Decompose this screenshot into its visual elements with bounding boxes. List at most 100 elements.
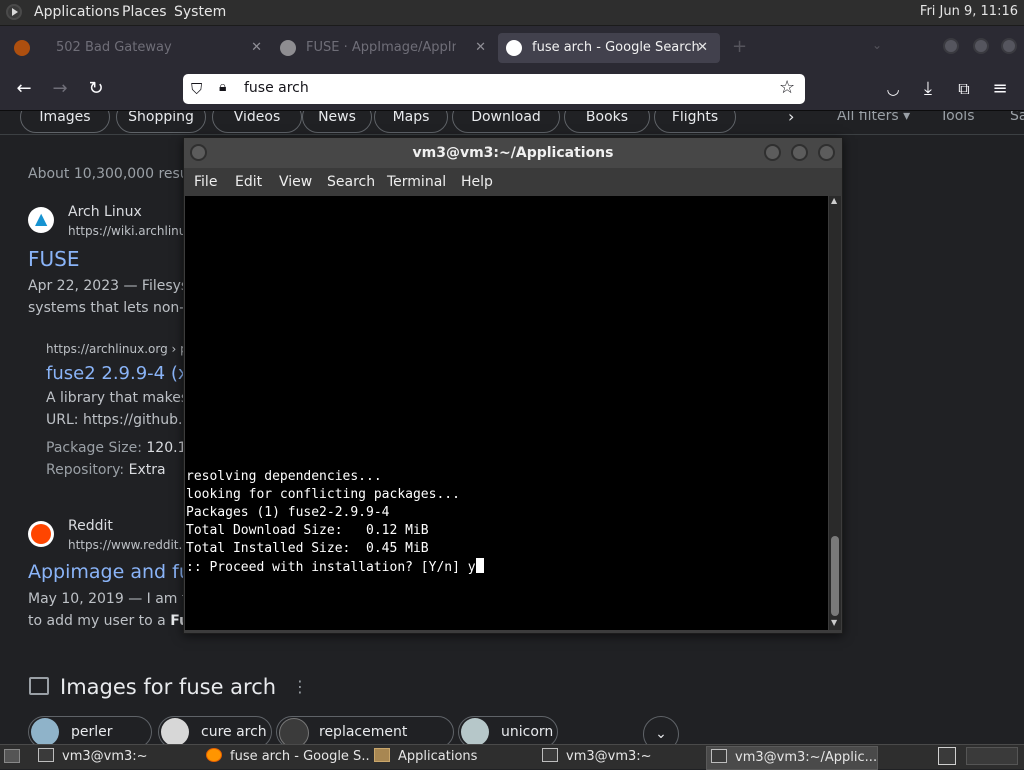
image-chip[interactable]: cure arch	[158, 716, 272, 744]
workspace-switcher[interactable]	[966, 747, 1018, 765]
image-chip[interactable]: unicorn	[458, 716, 558, 744]
all-filters-label: All filters	[837, 111, 899, 124]
menu-view[interactable]: View	[279, 174, 312, 190]
bookmark-star-icon[interactable]: ☆	[779, 77, 795, 98]
terminal-line: Total Download Size: 0.12 MiB	[186, 523, 429, 538]
back-icon[interactable]: ←	[13, 78, 35, 100]
workspace-switcher-icon[interactable]	[938, 747, 956, 765]
applications-menu[interactable]: Applications	[34, 4, 120, 20]
more-options-icon[interactable]: ⋮	[292, 677, 308, 696]
sub-result-title-link[interactable]: fuse2 2.9.9-4 (x	[46, 363, 189, 384]
reddit-logo-icon	[28, 521, 54, 547]
system-menu[interactable]: System	[174, 4, 226, 20]
menu-terminal[interactable]: Terminal	[387, 174, 446, 190]
result-title-link[interactable]: FUSE	[28, 247, 79, 271]
safesearch-button[interactable]: Sa	[1010, 111, 1024, 124]
window-menu-icon[interactable]	[190, 144, 207, 161]
reload-icon[interactable]: ↻	[85, 78, 107, 100]
forward-icon[interactable]: →	[49, 78, 71, 100]
folder-icon	[374, 748, 390, 762]
url-text[interactable]: fuse arch	[244, 80, 309, 96]
new-tab-icon[interactable]: +	[732, 36, 747, 57]
chip-maps[interactable]: Maps	[374, 111, 448, 133]
show-desktop-icon[interactable]	[4, 749, 20, 763]
close-icon[interactable]: ✕	[251, 33, 262, 63]
result-snippet: May 10, 2019 — I am try	[28, 591, 202, 607]
chip-flights[interactable]: Flights	[654, 111, 736, 133]
package-size-value: 120.1	[146, 440, 187, 456]
downloads-icon[interactable]: ⤓	[917, 78, 939, 100]
tab-list-icon[interactable]: ⌄	[872, 38, 882, 52]
terminal-scrollbar[interactable]: ▲ ▼	[829, 196, 841, 630]
image-chip[interactable]: replacement lenses	[276, 716, 454, 744]
thumbnail	[31, 718, 59, 744]
menu-help[interactable]: Help	[461, 174, 493, 190]
chevron-right-icon[interactable]: ›	[788, 111, 794, 126]
minimize-icon[interactable]	[943, 38, 959, 54]
terminal-prompt-line: :: Proceed with installation? [Y/n] y	[186, 558, 484, 577]
scroll-up-icon[interactable]: ▲	[831, 196, 837, 205]
tab-label: FUSE · AppImage/AppIma	[306, 40, 456, 55]
taskbar-item-terminal[interactable]: vm3@vm3:~	[542, 746, 702, 768]
menu-icon[interactable]: ≡	[989, 78, 1011, 100]
terminal-window[interactable]: vm3@vm3:~/Applications File Edit View Se…	[183, 137, 843, 634]
sub-result-url[interactable]: https://archlinux.org › pac	[46, 342, 202, 356]
taskbar-item-label: Applications	[398, 749, 478, 764]
lock-icon[interactable]: 🔒︎	[219, 79, 226, 95]
tab-fuse-appimage[interactable]: FUSE · AppImage/AppIma ✕	[280, 33, 486, 63]
taskbar-item-terminal[interactable]: vm3@vm3:~	[38, 746, 198, 768]
close-icon[interactable]	[818, 144, 835, 161]
chip-shopping[interactable]: Shopping	[116, 111, 206, 133]
tab-google-search[interactable]: fuse arch - Google Search ✕	[498, 33, 720, 63]
shield-icon[interactable]: ⛉	[191, 80, 202, 98]
github-icon	[280, 40, 296, 56]
taskbar-item-folder[interactable]: Applications	[374, 746, 534, 768]
image-chip-label: replacement lenses	[319, 724, 408, 740]
tab-bad-gateway[interactable]: 502 Bad Gateway ✕	[14, 33, 262, 63]
menu-file[interactable]: File	[194, 174, 217, 190]
extensions-icon[interactable]: ⧉	[953, 78, 975, 100]
chip-videos[interactable]: Videos	[212, 111, 302, 133]
taskbar-item-label: vm3@vm3:~	[566, 749, 652, 764]
terminal-icon	[711, 749, 727, 763]
pocket-icon[interactable]: ◡	[882, 78, 904, 100]
terminal-output[interactable]: resolving dependencies... looking for con…	[185, 196, 828, 630]
terminal-lines: resolving dependencies... looking for con…	[186, 468, 484, 577]
result-title-link[interactable]: Appimage and fu:	[28, 561, 197, 583]
minimize-icon[interactable]	[764, 144, 781, 161]
image-chip[interactable]: perler bead	[28, 716, 152, 744]
terminal-titlebar[interactable]: vm3@vm3:~/Applications	[184, 138, 842, 168]
all-filters-button[interactable]: All filters ▾	[837, 111, 910, 124]
expand-images-button[interactable]: ⌄	[643, 716, 679, 744]
close-icon[interactable]: ✕	[697, 33, 708, 63]
terminal-prompt: :: Proceed with installation? [Y/n] y	[186, 560, 476, 575]
maximize-icon[interactable]	[791, 144, 808, 161]
chip-news[interactable]: News	[302, 111, 372, 133]
scroll-down-icon[interactable]: ▼	[831, 618, 837, 627]
distro-logo-icon[interactable]	[6, 4, 22, 20]
scrollbar-thumb[interactable]	[831, 536, 839, 616]
bottom-taskbar: vm3@vm3:~ fuse arch - Google S... Applic…	[0, 744, 1024, 770]
image-chip-label: unicorn	[501, 724, 554, 740]
taskbar-item-firefox[interactable]: fuse arch - Google S...	[206, 746, 370, 768]
firefox-icon	[206, 748, 222, 762]
tools-button[interactable]: Tools	[940, 111, 975, 124]
close-window-icon[interactable]	[1001, 38, 1017, 54]
clock[interactable]: Fri Jun 9, 11:16	[920, 4, 1018, 19]
chip-images[interactable]: Images	[20, 111, 110, 133]
chip-download[interactable]: Download	[452, 111, 560, 133]
repository-label: Repository:	[46, 462, 129, 478]
maximize-icon[interactable]	[973, 38, 989, 54]
places-menu[interactable]: Places	[122, 4, 167, 20]
menu-search[interactable]: Search	[327, 174, 375, 190]
thumbnail	[161, 718, 189, 744]
result-count: About 10,300,000 resul	[28, 166, 193, 182]
cursor	[475, 558, 484, 573]
terminal-line: looking for conflicting packages...	[186, 487, 460, 502]
chip-books[interactable]: Books	[564, 111, 650, 133]
thumbnail	[461, 718, 489, 744]
menu-edit[interactable]: Edit	[235, 174, 262, 190]
close-icon[interactable]: ✕	[475, 33, 486, 63]
taskbar-item-terminal-active[interactable]: vm3@vm3:~/Applic...	[706, 746, 878, 770]
url-bar[interactable]: ⛉ 🔒︎ fuse arch ☆	[183, 74, 805, 104]
